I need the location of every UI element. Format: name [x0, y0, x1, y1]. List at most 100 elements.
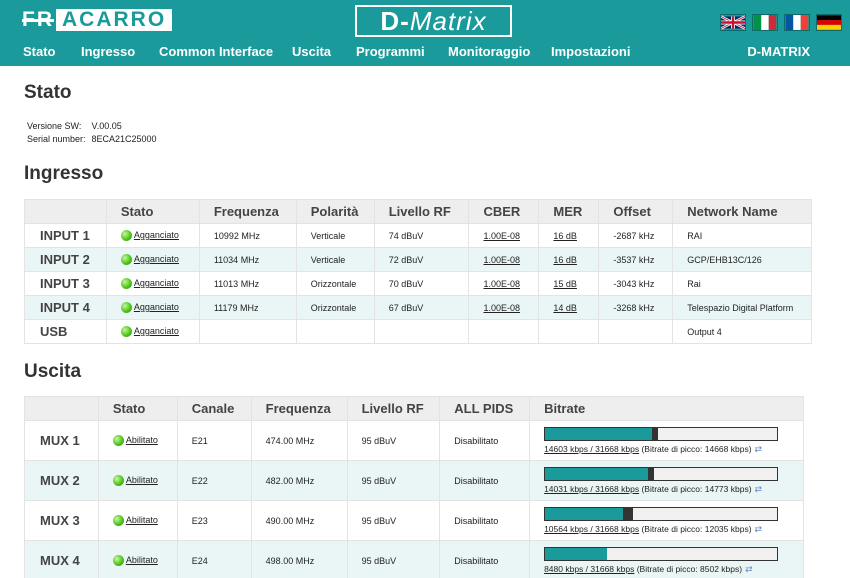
bitrate-link[interactable]: 8480 kbps / 31668 kbps: [544, 564, 634, 574]
rf-level-cell: 95 dBuV: [346, 540, 441, 578]
status-led-icon: [120, 278, 132, 290]
ingresso-row: INPUT 1 Agganciato 10992 MHz Verticale 74 dB…: [24, 223, 812, 248]
rf-level-cell: 95 dBuV: [346, 460, 441, 501]
status-link[interactable]: Agganciato: [134, 326, 179, 336]
ingresso-header-livello-rf: Livello RF: [373, 199, 470, 224]
flag-italy-icon[interactable]: [752, 14, 778, 31]
status-link[interactable]: Abilitato: [126, 515, 158, 525]
bitrate-bar: [544, 507, 779, 521]
version-row: Versione SW: V.00.05: [27, 121, 122, 131]
uscita-header-livello-rf: Livello RF: [346, 396, 441, 421]
status-link[interactable]: Agganciato: [134, 278, 179, 288]
ingresso-header-stato: Stato: [105, 199, 200, 224]
flag-uk-icon[interactable]: [720, 14, 746, 31]
refresh-icon[interactable]: ⇄: [755, 484, 763, 495]
mux-name: MUX 3: [24, 500, 99, 541]
mer-cell: 14 dB: [538, 295, 600, 320]
flag-germany-icon[interactable]: [816, 14, 842, 31]
uscita-header-bitrate: Bitrate: [529, 396, 804, 421]
ingresso-row: INPUT 3 Agganciato 11013 MHz Orizzontale 70 …: [24, 271, 812, 296]
uscita-table: Stato Canale Frequenza Livello RF ALL PI…: [24, 396, 804, 578]
status-link[interactable]: Abilitato: [126, 435, 158, 445]
bitrate-bar: [544, 427, 779, 441]
bitrate-text: 10564 kbps / 31668 kbps (Bitrate di picc…: [544, 524, 789, 535]
nav-item-impostazioni[interactable]: Impostazioni: [551, 44, 630, 59]
offset-cell: -3268 kHz: [598, 295, 674, 320]
nav-item-uscita[interactable]: Uscita: [292, 44, 331, 59]
status-led-icon: [112, 435, 124, 447]
offset-cell: -2687 kHz: [598, 223, 674, 248]
ingresso-row: INPUT 2 Agganciato 11034 MHz Verticale 72 dB…: [24, 247, 812, 272]
network-name-cell: Telespazio Digital Platform: [672, 295, 812, 320]
bitrate-link[interactable]: 14603 kbps / 31668 kbps: [544, 444, 639, 454]
cber-cell: 1.00E-08: [468, 271, 540, 296]
ingresso-row: INPUT 4 Agganciato 11179 MHz Orizzontale 67 …: [24, 295, 812, 320]
bitrate-bar-fill: [545, 468, 648, 480]
network-name-cell: RAI: [672, 223, 812, 248]
uscita-header-blank: [24, 396, 99, 421]
mer-link[interactable]: 14 dB: [553, 303, 577, 313]
rf-level-cell: 72 dBuV: [373, 247, 470, 272]
section-title-ingresso: Ingresso: [24, 163, 104, 184]
status-led-icon: [120, 326, 132, 338]
mer-link[interactable]: 16 dB: [553, 231, 577, 241]
mer-link[interactable]: 16 dB: [553, 255, 577, 265]
nav-item-monitoraggio[interactable]: Monitoraggio: [448, 44, 530, 59]
bitrate-peak-text: (Bitrate di picco: 8502 kbps): [636, 564, 743, 574]
offset-cell: -3537 kHz: [598, 247, 674, 272]
uscita-row: MUX 1 Abilitato E21 474.00 MHz 95 dBuV Disabi…: [24, 420, 804, 461]
status-link[interactable]: Agganciato: [134, 230, 179, 240]
frequency-cell: [198, 319, 297, 344]
top-header: FR ACARRO D- Matrix D-MATRIX Stato Ingre…: [0, 0, 850, 66]
bitrate-text: 8480 kbps / 31668 kbps (Bitrate di picco…: [544, 564, 789, 575]
status-cell: Agganciato: [105, 247, 200, 272]
serial-label: Serial number:: [27, 134, 86, 144]
nav-item-ingresso[interactable]: Ingresso: [81, 44, 135, 59]
polarity-cell: Verticale: [295, 247, 375, 272]
status-led-icon: [112, 555, 124, 567]
frequency-cell: 11013 MHz: [198, 271, 297, 296]
status-link[interactable]: Agganciato: [134, 302, 179, 312]
flag-france-icon[interactable]: [784, 14, 810, 31]
network-name-cell: Output 4: [672, 319, 812, 344]
version-value: V.00.05: [91, 121, 122, 131]
input-name: INPUT 2: [24, 247, 107, 272]
language-flags: [720, 14, 842, 31]
status-link[interactable]: Agganciato: [134, 254, 179, 264]
cber-link[interactable]: 1.00E-08: [483, 279, 520, 289]
bitrate-cell: 8480 kbps / 31668 kbps (Bitrate di picco…: [529, 540, 804, 578]
bitrate-cell: 10564 kbps / 31668 kbps (Bitrate di picc…: [529, 500, 804, 541]
nav-item-programmi[interactable]: Programmi: [356, 44, 425, 59]
refresh-icon[interactable]: ⇄: [745, 564, 753, 575]
serial-row: Serial number: 8ECA21C25000: [27, 134, 157, 144]
status-led-icon: [120, 254, 132, 266]
bitrate-link[interactable]: 14031 kbps / 31668 kbps: [544, 484, 639, 494]
cber-link[interactable]: 1.00E-08: [483, 255, 520, 265]
uscita-header-canale: Canale: [176, 396, 252, 421]
bitrate-link[interactable]: 10564 kbps / 31668 kbps: [544, 524, 639, 534]
channel-cell: E21: [176, 420, 252, 461]
rf-level-cell: 95 dBuV: [346, 500, 441, 541]
all-pids-cell: Disabilitato: [439, 460, 531, 501]
bitrate-peak-text: (Bitrate di picco: 14773 kbps): [641, 484, 752, 494]
ingresso-table: Stato Frequenza Polarità Livello RF CBER…: [24, 199, 812, 344]
bitrate-bar-fill: [545, 428, 653, 440]
nav-item-common-interface[interactable]: Common Interface: [159, 44, 273, 59]
nav-item-stato[interactable]: Stato: [23, 44, 56, 59]
frequency-cell: 490.00 MHz: [250, 500, 348, 541]
mux-name: MUX 4: [24, 540, 99, 578]
rf-level-cell: [373, 319, 470, 344]
refresh-icon[interactable]: ⇄: [755, 444, 763, 455]
bitrate-bar-peak: [647, 468, 654, 480]
status-led-icon: [112, 515, 124, 527]
bitrate-text: 14031 kbps / 31668 kbps (Bitrate di picc…: [544, 484, 789, 495]
refresh-icon[interactable]: ⇄: [755, 524, 763, 535]
status-link[interactable]: Abilitato: [126, 475, 158, 485]
cber-link[interactable]: 1.00E-08: [483, 303, 520, 313]
status-cell: Abilitato: [97, 420, 178, 461]
cber-link[interactable]: 1.00E-08: [483, 231, 520, 241]
status-link[interactable]: Abilitato: [126, 555, 158, 565]
uscita-row: MUX 2 Abilitato E22 482.00 MHz 95 dBuV Disabi…: [24, 460, 804, 501]
bitrate-peak-text: (Bitrate di picco: 12035 kbps): [641, 524, 752, 534]
mer-link[interactable]: 15 dB: [553, 279, 577, 289]
